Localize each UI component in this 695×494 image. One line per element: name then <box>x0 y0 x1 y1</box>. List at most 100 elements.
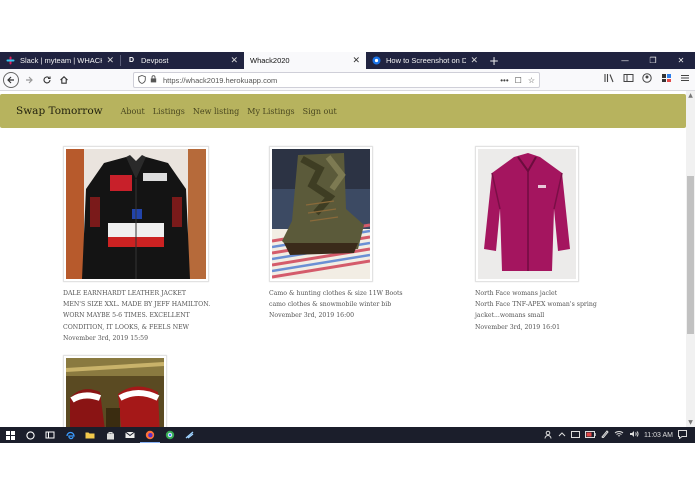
home-button[interactable] <box>57 73 71 87</box>
battery-icon[interactable] <box>584 430 596 440</box>
tab-title: How to Screenshot on Dell Lap <box>386 56 467 65</box>
listing-image-frame[interactable] <box>63 146 209 282</box>
listing-text-line: camo clothes & snowmobile winter bib <box>269 301 392 309</box>
close-window-button[interactable]: ✕ <box>667 52 695 69</box>
notifications-icon[interactable] <box>678 429 687 441</box>
listing-text-line: North Face TNF-APEX woman's spring <box>475 301 597 309</box>
pink-jacket-photo <box>478 149 576 279</box>
library-icon[interactable] <box>603 73 615 86</box>
app-icon[interactable] <box>180 427 200 443</box>
close-icon[interactable]: ✕ <box>106 55 114 66</box>
account-icon[interactable] <box>641 73 653 86</box>
devpost-icon: D <box>128 57 135 64</box>
listing-card[interactable]: North Face womans jaclet North Face TNF-… <box>475 146 635 333</box>
scroll-down-arrow-icon[interactable]: ▼ <box>686 418 695 427</box>
close-icon[interactable]: ✕ <box>352 55 360 66</box>
tab-slack[interactable]: Slack | myteam | WHACK 2019 ✕ <box>0 52 120 69</box>
tab-title: Slack | myteam | WHACK 2019 <box>20 56 103 65</box>
cortana-icon[interactable] <box>20 427 40 443</box>
firefox-icon[interactable] <box>140 427 160 443</box>
clock[interactable]: 11:03 AM <box>644 432 673 439</box>
listing-text-line: CONDITION, IT LOOKS, & FEELS NEW <box>63 323 189 331</box>
extensions-icon[interactable] <box>660 73 672 86</box>
tab-strip: Slack | myteam | WHACK 2019 ✕ D Devpost … <box>0 52 695 69</box>
toolbar-right <box>603 73 691 86</box>
chrome-icon[interactable] <box>160 427 180 443</box>
listing-image-frame[interactable] <box>475 146 579 282</box>
top-margin <box>0 0 695 52</box>
listing-image-frame[interactable] <box>269 146 373 282</box>
store-icon[interactable] <box>100 427 120 443</box>
shield-icon[interactable] <box>138 74 147 86</box>
tab-whack2020[interactable]: Whack2020 ✕ <box>244 52 366 69</box>
nav-link-about[interactable]: About <box>121 107 145 116</box>
scroll-up-arrow-icon[interactable]: ▲ <box>686 91 695 100</box>
nav-link-my-listings[interactable]: My Listings <box>247 107 294 116</box>
scrollbar-thumb[interactable] <box>687 176 694 334</box>
wifi-icon[interactable] <box>614 430 624 440</box>
pocket-icon[interactable]: ☐ <box>515 76 522 85</box>
nav-link-listings[interactable]: Listings <box>153 107 185 116</box>
edge-icon[interactable] <box>60 427 80 443</box>
tab-title: Whack2020 <box>250 56 290 65</box>
tab-devpost[interactable]: D Devpost ✕ <box>121 52 244 69</box>
reload-button[interactable] <box>40 73 54 87</box>
listing-date: November 3rd, 2019 16:01 <box>475 323 561 331</box>
nav-link-sign-out[interactable]: Sign out <box>303 107 337 116</box>
tab-title: Devpost <box>141 56 169 65</box>
people-icon[interactable] <box>544 430 553 441</box>
listing-text-line: Camo & hunting clothes & size 11W Boots <box>269 290 403 297</box>
listing-description: Camo & hunting clothes & size 11W Boots … <box>269 288 429 322</box>
windows-taskbar: 11:03 AM <box>0 427 695 443</box>
url-actions: ••• ☐ ☆ <box>500 76 535 85</box>
tab-how-to-screenshot[interactable]: How to Screenshot on Dell Lap ✕ <box>366 52 484 69</box>
lock-icon[interactable] <box>150 75 159 85</box>
arrow-right-icon <box>26 76 33 84</box>
screen: Slack | myteam | WHACK 2019 ✕ D Devpost … <box>0 0 695 494</box>
camo-boots-photo <box>272 149 370 279</box>
window-controls: — ❐ ✕ <box>611 52 695 69</box>
listing-date: November 3rd, 2019 16:00 <box>269 312 355 320</box>
site-navbar: Swap Tomorrow About Listings New listing… <box>0 94 686 128</box>
site-brand[interactable]: Swap Tomorrow <box>16 105 103 117</box>
mail-icon[interactable] <box>120 427 140 443</box>
back-button[interactable] <box>3 72 19 88</box>
listing-card[interactable] <box>63 355 223 427</box>
url-bar[interactable]: https://whack2019.herokuapp.com ••• ☐ ☆ <box>133 72 540 88</box>
network-icon[interactable] <box>570 430 580 440</box>
listing-card[interactable]: Camo & hunting clothes & size 11W Boots … <box>269 146 429 322</box>
ink-workspace-icon[interactable] <box>601 430 609 440</box>
chevron-up-icon[interactable] <box>558 431 566 439</box>
url-text: https://whack2019.herokuapp.com <box>163 75 278 85</box>
listing-image-frame[interactable] <box>63 355 167 427</box>
new-tab-button[interactable]: + <box>484 52 504 69</box>
nav-link-new-listing[interactable]: New listing <box>193 107 239 116</box>
reload-icon <box>43 76 51 84</box>
maximize-button[interactable]: ❐ <box>639 52 667 69</box>
forward-button[interactable] <box>22 73 36 87</box>
listing-description: North Face womans jaclet North Face TNF-… <box>475 288 635 333</box>
globe-icon <box>372 56 381 65</box>
task-view-icon[interactable] <box>40 427 60 443</box>
browser-toolbar: https://whack2019.herokuapp.com ••• ☐ ☆ <box>0 69 695 91</box>
listing-description: DALE EARNHARDT LEATHER JACKET MEN'S SIZE… <box>63 288 223 344</box>
bookmark-star-icon[interactable]: ☆ <box>528 76 535 85</box>
system-tray: 11:03 AM <box>544 427 687 443</box>
leather-jacket-photo <box>66 149 206 279</box>
volume-icon[interactable] <box>629 430 639 440</box>
explorer-icon[interactable] <box>80 427 100 443</box>
sidebar-icon[interactable] <box>622 73 634 86</box>
page-actions-icon[interactable]: ••• <box>500 76 508 85</box>
listing-text-line: MEN'S SIZE XXL. MADE BY JEFF HAMILTON. <box>63 301 211 309</box>
close-icon[interactable]: ✕ <box>230 55 238 66</box>
close-icon[interactable]: ✕ <box>470 55 478 66</box>
page-scrollbar[interactable]: ▲ ▼ <box>686 91 695 427</box>
page-viewport: Swap Tomorrow About Listings New listing… <box>0 91 686 427</box>
arrow-left-icon <box>7 76 14 84</box>
start-icon[interactable] <box>0 427 20 443</box>
slack-icon <box>6 56 15 65</box>
listing-card[interactable]: DALE EARNHARDT LEATHER JACKET MEN'S SIZE… <box>63 146 223 344</box>
menu-icon[interactable] <box>679 73 691 86</box>
minimize-button[interactable]: — <box>611 52 639 69</box>
listing-text-line: North Face womans jaclet <box>475 290 558 297</box>
